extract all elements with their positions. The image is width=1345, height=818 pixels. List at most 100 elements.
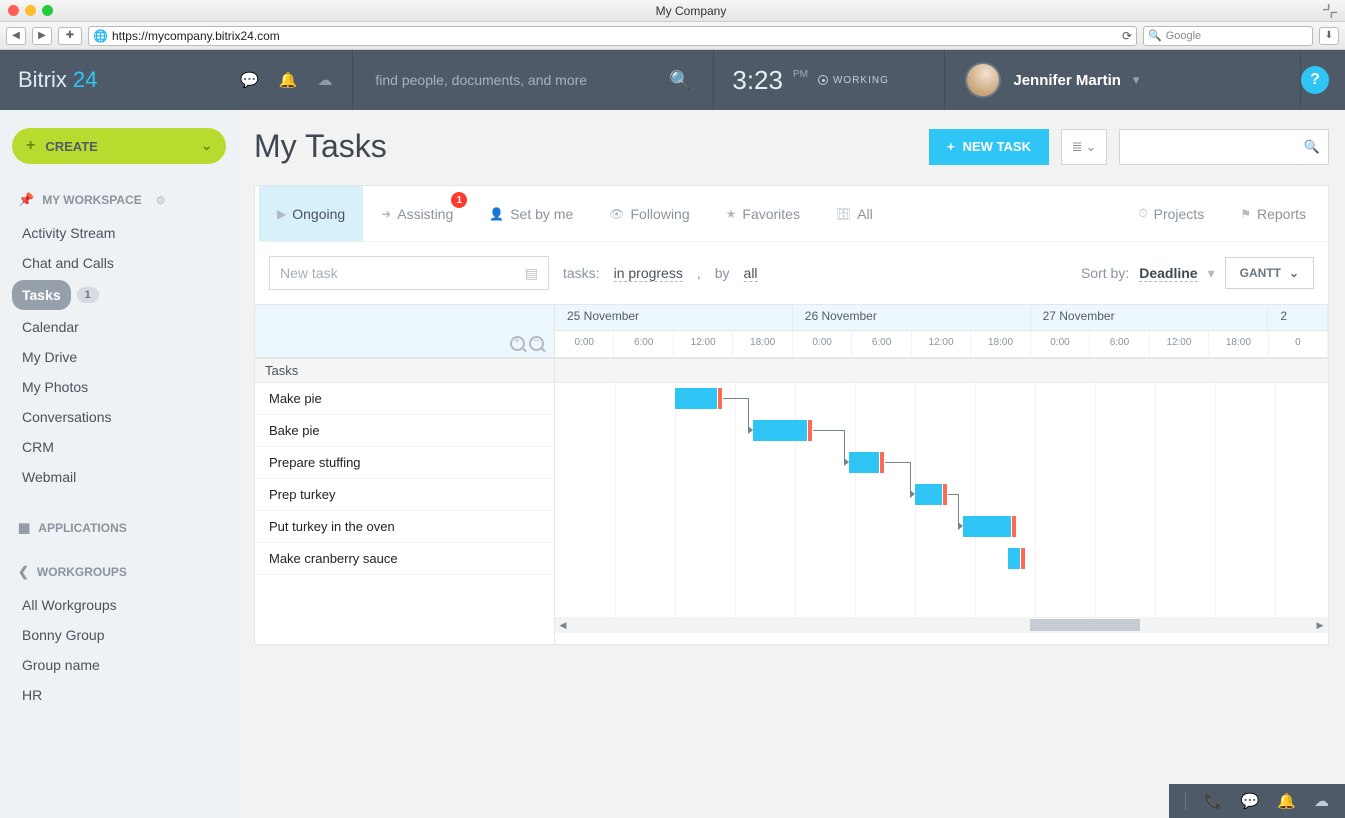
mac-close[interactable] (8, 5, 19, 16)
browser-toolbar: ◀ ▶ ✚ 🌐 https://mycompany.bitrix24.com ⟳… (0, 22, 1345, 50)
sidebar-item[interactable]: CRM (12, 432, 226, 462)
task-row[interactable]: Prepare stuffing (255, 447, 554, 479)
sidebar-section-header[interactable]: ❮WORKGROUPS (12, 564, 226, 580)
arrow-head-icon (958, 522, 963, 530)
filter-by-value[interactable]: all (744, 265, 758, 282)
task-row[interactable]: Make pie (255, 383, 554, 415)
globe-icon: 🌐 (93, 29, 108, 43)
sidebar-section-header[interactable]: 📌MY WORKSPACE⚙ (12, 192, 226, 208)
arrow-head-icon (910, 490, 915, 498)
gantt-bar-deadline[interactable] (1021, 548, 1025, 569)
scroll-right-icon[interactable]: ▶ (1312, 620, 1328, 631)
gantt-bar[interactable] (963, 516, 1011, 537)
nav-forward[interactable]: ▶ (32, 27, 52, 45)
bottom-bar: 📞 💬 🔔 ☁ (1169, 784, 1345, 818)
clock-widget[interactable]: 3:23 PM WORKING (714, 65, 944, 96)
sidebar-section-header[interactable]: ▦APPLICATIONS (12, 520, 226, 536)
tab-projects[interactable]: ⏱Projects (1120, 186, 1222, 241)
sidebar-item[interactable]: Bonny Group (12, 620, 226, 650)
sortby-value[interactable]: Deadline (1139, 265, 1197, 282)
sidebar-item[interactable]: Tasks (12, 280, 71, 310)
sidebar-item[interactable]: My Photos (12, 372, 226, 402)
gantt-bar-deadline[interactable] (1012, 516, 1016, 537)
global-search[interactable]: find people, documents, and more 🔍 (353, 70, 713, 91)
sidebar-item[interactable]: My Drive (12, 342, 226, 372)
gantt-hour-header: 6:00 (614, 331, 673, 357)
view-options-button[interactable]: ≣ ⌄ (1061, 129, 1107, 165)
zoom-out-icon[interactable] (529, 336, 544, 351)
gantt-bar-deadline[interactable] (718, 388, 722, 409)
expand-icon[interactable] (1323, 4, 1337, 18)
help-button[interactable]: ? (1301, 66, 1329, 94)
mac-zoom[interactable] (42, 5, 53, 16)
task-row[interactable]: Bake pie (255, 415, 554, 447)
brand-name: Bitrix (18, 67, 67, 93)
tab-ongoing[interactable]: ▶Ongoing (259, 186, 363, 241)
brand-logo[interactable]: Bitrix 24 (0, 67, 240, 93)
sidebar-item[interactable]: Chat and Calls (12, 248, 226, 278)
gantt-bar-deadline[interactable] (880, 452, 884, 473)
browser-search[interactable]: 🔍 Google (1143, 26, 1313, 46)
gantt-day-header: 25 November (555, 305, 793, 330)
gantt-bar[interactable] (675, 388, 717, 409)
bell-icon[interactable]: 🔔 (279, 71, 298, 89)
filter-label-tasks: tasks: (563, 265, 600, 281)
quick-task-input[interactable]: New task ▤ (269, 256, 549, 290)
task-row[interactable]: Put turkey in the oven (255, 511, 554, 543)
zoom-in-icon[interactable] (510, 336, 525, 351)
gantt-bar-deadline[interactable] (943, 484, 947, 505)
sidebar-item[interactable]: Activity Stream (12, 218, 226, 248)
task-row[interactable]: Prep turkey (255, 479, 554, 511)
sidebar-item[interactable]: Calendar (12, 312, 226, 342)
scroll-left-icon[interactable]: ◀ (555, 620, 571, 631)
chevron-down-icon[interactable]: ▾ (1208, 265, 1215, 282)
address-bar[interactable]: 🌐 https://mycompany.bitrix24.com ⟳ (88, 26, 1137, 46)
chat-icon[interactable]: 💬 (1241, 792, 1260, 810)
share-icon: ❮ (18, 564, 29, 580)
tab-favorites[interactable]: ★Favorites (708, 186, 818, 241)
window-title: My Company (59, 4, 1323, 18)
gantt-hour-header: 12:00 (912, 331, 971, 357)
create-button[interactable]: + CREATE ⌄ (12, 128, 226, 164)
sidebar-item[interactable]: HR (12, 680, 226, 710)
sidebar-item[interactable]: Webmail (12, 462, 226, 492)
tab-icon: ▶ (277, 207, 286, 221)
reload-icon[interactable]: ⟳ (1122, 29, 1132, 43)
tabs-bar: ▶Ongoing➜Assisting1👤Set by me👁Following★… (255, 186, 1328, 242)
gantt-bar[interactable] (1008, 548, 1020, 569)
cloud-icon[interactable]: ☁ (317, 71, 332, 89)
bell-icon[interactable]: 🔔 (1277, 792, 1296, 810)
tab-reports[interactable]: ⚑Reports (1222, 186, 1324, 241)
tab-assisting[interactable]: ➜Assisting1 (363, 186, 471, 241)
sidebar-item[interactable]: Conversations (12, 402, 226, 432)
view-mode-button[interactable]: GANTT ⌄ (1225, 257, 1314, 289)
gantt-hour-header: 0:00 (555, 331, 614, 357)
gantt-bar-deadline[interactable] (808, 420, 812, 441)
task-row[interactable]: Make cranberry sauce (255, 543, 554, 575)
tab-icon: ⚑ (1240, 207, 1251, 221)
filter-tasks-value[interactable]: in progress (614, 265, 683, 282)
new-task-button[interactable]: + NEW TASK (929, 129, 1049, 165)
nav-add[interactable]: ✚ (58, 27, 82, 45)
gantt-column-title: Tasks (255, 359, 554, 383)
gantt-bar[interactable] (753, 420, 807, 441)
chat-icon[interactable]: 💬 (240, 71, 259, 89)
scrollbar-thumb[interactable] (1030, 619, 1140, 631)
sidebar-item[interactable]: Group name (12, 650, 226, 680)
tab-set-by-me[interactable]: 👤Set by me (471, 186, 591, 241)
downloads-icon[interactable]: ⬇ (1319, 27, 1339, 45)
gantt-scrollbar[interactable]: ◀ ▶ (555, 617, 1328, 633)
gantt-bar[interactable] (915, 484, 942, 505)
gantt-timeline[interactable]: 25 November26 November27 November2 0:006… (555, 305, 1328, 644)
phone-icon[interactable]: 📞 (1204, 792, 1223, 810)
gantt-bar[interactable] (849, 452, 879, 473)
mac-minimize[interactable] (25, 5, 36, 16)
tab-following[interactable]: 👁Following (591, 186, 707, 241)
task-search-input[interactable]: 🔍 (1119, 129, 1329, 165)
tab-all[interactable]: 🗄All (818, 186, 891, 241)
gear-icon[interactable]: ⚙ (156, 194, 166, 207)
nav-back[interactable]: ◀ (6, 27, 26, 45)
sidebar-item[interactable]: All Workgroups (12, 590, 226, 620)
user-menu[interactable]: Jennifer Martin ▾ (945, 62, 1300, 98)
cloud-icon[interactable]: ☁ (1314, 792, 1329, 810)
